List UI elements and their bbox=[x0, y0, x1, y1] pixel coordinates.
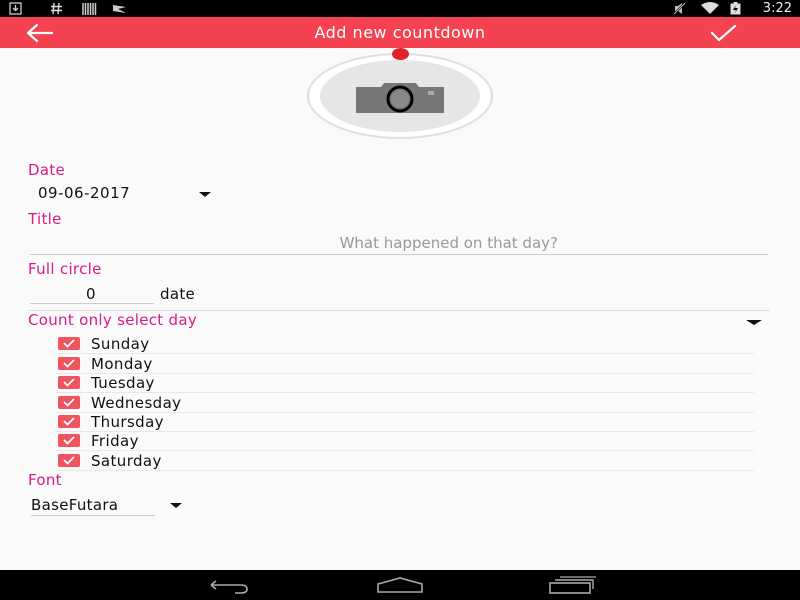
day-row-saturday[interactable]: Saturday bbox=[56, 452, 754, 471]
date-label: Date bbox=[28, 161, 66, 179]
check-icon[interactable] bbox=[706, 21, 740, 45]
camera-icon[interactable] bbox=[354, 79, 446, 115]
day-label: Saturday bbox=[91, 452, 162, 470]
status-time: 3:22 bbox=[762, 1, 792, 16]
checkbox-checked-icon[interactable] bbox=[58, 337, 80, 350]
font-label: Font bbox=[28, 471, 62, 489]
checkbox-checked-icon[interactable] bbox=[58, 415, 80, 428]
checkbox-checked-icon[interactable] bbox=[58, 357, 80, 370]
checkbox-checked-icon[interactable] bbox=[58, 454, 80, 467]
barcode-icon bbox=[81, 2, 97, 15]
hashtag-icon bbox=[49, 2, 63, 15]
title-input[interactable] bbox=[30, 232, 768, 255]
font-select[interactable]: BaseFutara bbox=[31, 496, 155, 516]
date-dropdown-arrow-icon[interactable] bbox=[199, 192, 211, 197]
day-row-friday[interactable]: Friday bbox=[56, 432, 754, 451]
back-nav-icon[interactable] bbox=[205, 576, 253, 594]
recents-nav-icon[interactable] bbox=[547, 576, 597, 594]
wifi-icon bbox=[700, 2, 720, 15]
day-label: Tuesday bbox=[91, 374, 155, 392]
date-value[interactable]: 09-06-2017 bbox=[38, 184, 130, 202]
title-label: Title bbox=[28, 210, 62, 228]
day-row-thursday[interactable]: Thursday bbox=[56, 413, 754, 432]
day-label: Thursday bbox=[91, 413, 164, 431]
flag-icon bbox=[112, 2, 128, 15]
day-label: Sunday bbox=[91, 335, 150, 353]
navigation-bar bbox=[0, 570, 800, 600]
full-circle-label: Full circle bbox=[28, 260, 102, 278]
checkbox-checked-icon[interactable] bbox=[58, 434, 80, 447]
photo-accent-dot bbox=[392, 48, 409, 60]
checkbox-checked-icon[interactable] bbox=[58, 376, 80, 389]
day-row-sunday[interactable]: Sunday bbox=[56, 335, 754, 354]
count-days-dropdown-arrow-icon[interactable] bbox=[746, 320, 762, 325]
day-row-tuesday[interactable]: Tuesday bbox=[56, 374, 754, 393]
mute-icon bbox=[672, 2, 686, 15]
count-days-label: Count only select day bbox=[28, 311, 198, 329]
day-label: Wednesday bbox=[91, 394, 182, 412]
day-row-monday[interactable]: Monday bbox=[56, 355, 754, 374]
download-icon bbox=[8, 2, 22, 15]
app-bar: Add new countdown bbox=[0, 17, 800, 48]
home-nav-icon[interactable] bbox=[375, 576, 425, 594]
font-dropdown-arrow-icon[interactable] bbox=[170, 503, 182, 508]
day-row-wednesday[interactable]: Wednesday bbox=[56, 394, 754, 413]
full-circle-unit: date bbox=[160, 285, 196, 303]
checkbox-checked-icon[interactable] bbox=[58, 396, 80, 409]
day-label: Friday bbox=[91, 432, 139, 450]
status-bar: 3:22 bbox=[0, 0, 800, 17]
battery-icon bbox=[729, 2, 742, 15]
page-title: Add new countdown bbox=[314, 23, 486, 42]
full-circle-input[interactable] bbox=[30, 285, 154, 304]
day-label: Monday bbox=[91, 355, 153, 373]
